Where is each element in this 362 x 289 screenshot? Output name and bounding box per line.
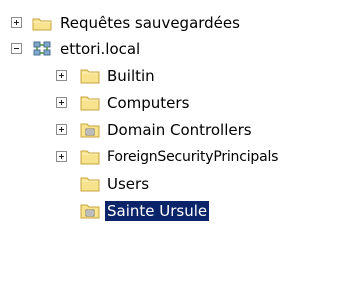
ou-icon xyxy=(79,201,101,221)
expand-icon[interactable] xyxy=(56,124,67,135)
tree-node-computers[interactable]: Computers xyxy=(0,90,362,116)
domain-icon xyxy=(31,39,53,59)
tree-node-domain-controllers[interactable]: Domain Controllers xyxy=(0,117,362,143)
tree-node-domain[interactable]: ettori.local xyxy=(0,36,362,62)
tree-node-label: Builtin xyxy=(107,67,155,85)
expand-icon[interactable] xyxy=(11,17,22,28)
tree-node-label: Domain Controllers xyxy=(107,121,252,139)
tree-node-builtin[interactable]: Builtin xyxy=(0,63,362,89)
tree-node-users[interactable]: Users xyxy=(0,171,362,197)
expand-icon[interactable] xyxy=(56,151,67,162)
tree-node-sainte-ursule[interactable]: Sainte Ursule xyxy=(0,198,362,224)
tree-node-label-selected: Sainte Ursule xyxy=(105,201,210,221)
tree-node-saved-queries[interactable]: Requêtes sauvegardées xyxy=(0,10,362,36)
tree-node-label: Computers xyxy=(107,94,190,112)
collapse-icon[interactable] xyxy=(11,43,22,54)
folder-icon xyxy=(79,174,101,194)
tree-node-foreign-security-principals[interactable]: ForeignSecurityPrincipals xyxy=(0,144,362,170)
folder-icon xyxy=(79,66,101,86)
tree-node-label: ettori.local xyxy=(60,40,141,58)
expand-icon[interactable] xyxy=(56,70,67,81)
expand-icon[interactable] xyxy=(56,97,67,108)
tree-node-label: Requêtes sauvegardées xyxy=(60,14,240,32)
folder-icon xyxy=(79,147,101,167)
ou-icon xyxy=(79,120,101,140)
folder-icon xyxy=(31,13,53,33)
tree-node-label: Users xyxy=(107,175,150,193)
directory-tree: Requêtes sauvegardées ettori.local Built… xyxy=(0,0,362,289)
folder-icon xyxy=(79,93,101,113)
tree-node-label: ForeignSecurityPrincipals xyxy=(107,149,279,165)
